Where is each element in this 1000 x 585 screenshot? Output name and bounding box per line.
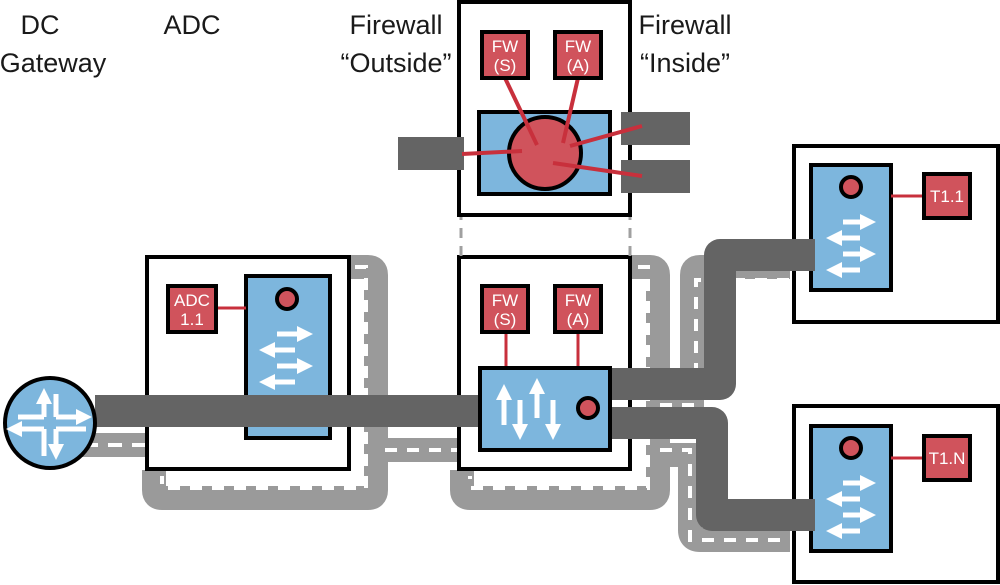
fw-zoom-s-label-line2: (S): [494, 56, 517, 75]
fw-s-node[interactable]: FW (S): [480, 284, 530, 334]
fw-a-label-line1: FW: [565, 291, 591, 310]
fw-a-node[interactable]: FW (A): [553, 284, 603, 334]
adc-vm-node[interactable]: ADC 1.1: [166, 284, 218, 334]
dc-gateway-label-line1: DC: [21, 10, 60, 40]
fw-zoom-host: FW (S) FW (A): [398, 0, 690, 257]
fw-inside-label-line1: Firewall: [638, 10, 731, 40]
fw-s-label-line2: (S): [494, 310, 517, 329]
fw-inside-label-line2: “Inside”: [640, 48, 730, 78]
fw-s-label-line1: FW: [492, 291, 518, 310]
adc-vm-label-line2: 1.1: [180, 310, 204, 329]
fw-zoom-a-label-line1: FW: [565, 37, 591, 56]
fw-zoom-a-label-line2: (A): [567, 56, 590, 75]
fw-zoom-s-label-line1: FW: [492, 37, 518, 56]
tenant-n-host: T1.N: [792, 404, 1000, 584]
fw-vrouter[interactable]: [478, 366, 612, 452]
fw-zoom-a-node[interactable]: FW (A): [553, 30, 603, 80]
fw-inside-interface-2: [621, 160, 690, 193]
adc-label: ADC: [163, 10, 220, 40]
tunnel-gateway-fw: [95, 395, 495, 427]
fw-vrouter-port-icon: [576, 396, 600, 420]
tenant-1-host: T1.1: [792, 144, 1000, 324]
fw-outside-interface: [398, 137, 464, 170]
tenant-n-label: T1.N: [929, 449, 966, 468]
fw-zoom-s-node[interactable]: FW (S): [480, 30, 530, 80]
dc-gateway-label-line2: Gateway: [0, 48, 107, 78]
tenant-n-node[interactable]: T1.N: [922, 434, 972, 482]
network-diagram: ADC 1.1 FW (S) FW (A) T1.1 T1.N FW (S) F…: [0, 0, 1000, 584]
tenant-1-port-icon: [839, 175, 863, 199]
fw-outside-label-line1: Firewall: [349, 10, 442, 40]
tenant-1-label: T1.1: [930, 187, 964, 206]
tenant-1-node[interactable]: T1.1: [922, 172, 972, 220]
adc-vm-label-line1: ADC: [174, 291, 210, 310]
adc-vrouter-port-icon: [275, 287, 299, 311]
adc-host: ADC 1.1: [145, 255, 351, 471]
tenant-n-port-icon: [839, 436, 863, 460]
dc-gateway-router[interactable]: [3, 376, 97, 470]
fw-a-label-line2: (A): [567, 310, 590, 329]
fw-outside-label-line2: “Outside”: [340, 48, 451, 78]
